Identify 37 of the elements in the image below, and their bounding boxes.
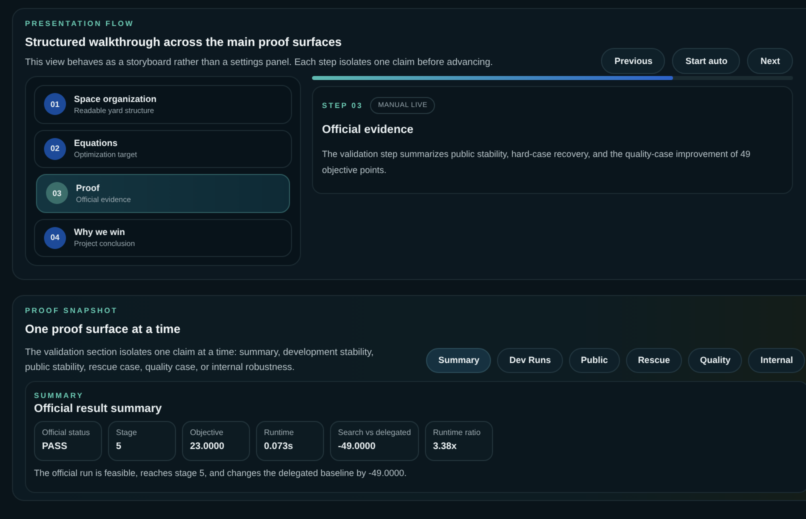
metric-label: Official status bbox=[42, 428, 91, 437]
nav-button[interactable]: Previous bbox=[601, 48, 666, 74]
metric-value: 5 bbox=[116, 441, 122, 452]
nav-button[interactable]: Start auto bbox=[672, 48, 740, 74]
step-number: 03 bbox=[46, 182, 68, 204]
step-title: Proof bbox=[76, 182, 100, 193]
metric-value: -49.0000 bbox=[338, 441, 377, 452]
metric-value: 3.38x bbox=[432, 441, 458, 452]
metric-label: Stage bbox=[116, 428, 138, 437]
step-title: Equations bbox=[74, 138, 119, 148]
surface-tab[interactable]: Rescue bbox=[626, 348, 682, 372]
section-description: The validation section isolates one claim at a time: summary, development stability, public stability, rescue case, quality case, or internal robustness. bbox=[25, 346, 375, 375]
metric-label: Objective bbox=[190, 428, 224, 437]
metric-label: Runtime ratio bbox=[432, 428, 482, 437]
step-number: 02 bbox=[44, 138, 66, 160]
summary-note: The official run is feasible, reaches stage 5, and changes the delegated baseline by -49.0000. bbox=[34, 468, 408, 478]
section-description: This view behaves as a storyboard rather than a settings panel. Each step isolates one claim before advancing. bbox=[25, 57, 493, 68]
metric-value: 23.0000 bbox=[190, 441, 226, 452]
detail-text: The validation step summarizes public stability, hard-case recovery, and the quality-case improvement of 49 objective points. bbox=[322, 148, 752, 177]
surface-tab[interactable]: Quality bbox=[688, 348, 742, 372]
metric-value: PASS bbox=[42, 441, 68, 452]
surface-tab[interactable]: Internal bbox=[748, 348, 805, 372]
summary-title: Official result summary bbox=[34, 403, 163, 415]
metric-label: Runtime bbox=[264, 428, 295, 437]
surface-tab[interactable]: Dev Runs bbox=[497, 348, 563, 372]
detail-title: Official evidence bbox=[322, 124, 414, 136]
step-number: 04 bbox=[44, 226, 66, 249]
section-title: One proof surface at a time bbox=[25, 322, 182, 336]
nav-button[interactable]: Next bbox=[747, 48, 793, 74]
step-title: Why we win bbox=[74, 227, 126, 238]
surface-tab[interactable]: Summary bbox=[426, 348, 492, 372]
section-title: Structured walkthrough across the main proof surfaces bbox=[25, 35, 343, 49]
step-title: Space organization bbox=[74, 94, 157, 104]
surface-tab[interactable]: Public bbox=[568, 348, 620, 372]
step-number: 01 bbox=[44, 93, 66, 116]
metric-value: 0.073s bbox=[264, 441, 294, 452]
metric-label: Search vs delegated bbox=[338, 428, 411, 437]
